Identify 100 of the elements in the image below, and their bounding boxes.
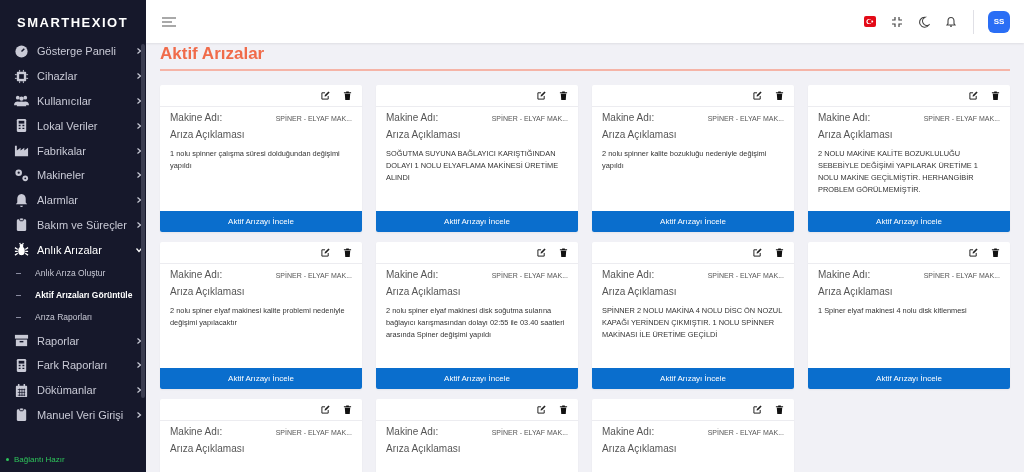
edit-icon[interactable] bbox=[321, 248, 330, 257]
chevron-icon bbox=[134, 72, 143, 81]
user-avatar[interactable]: SS bbox=[988, 10, 1010, 33]
sidebar-item[interactable]: Manuel Veri Girişi bbox=[0, 402, 155, 428]
machine-label: Makine Adı: bbox=[818, 112, 871, 123]
sidebar-item[interactable]: Lokal Veriler bbox=[0, 113, 155, 139]
inspect-button[interactable]: Aktif Arızayı İncele bbox=[808, 368, 1010, 389]
menu-item-icon bbox=[14, 333, 29, 349]
menu-item-icon bbox=[14, 407, 29, 423]
brand-logo: SMARTHEXIOT bbox=[16, 14, 129, 29]
sidebar-item[interactable]: Anlık Arızalar bbox=[0, 237, 155, 263]
description-label: Arıza Açıklaması bbox=[170, 443, 246, 454]
machine-label: Makine Adı: bbox=[602, 112, 655, 123]
description-label: Arıza Açıklaması bbox=[818, 129, 894, 140]
machine-label: Makine Adı: bbox=[602, 426, 655, 437]
edit-icon[interactable] bbox=[753, 91, 762, 100]
trash-icon[interactable] bbox=[775, 248, 784, 257]
edit-icon[interactable] bbox=[537, 405, 546, 414]
menu-item-icon bbox=[14, 382, 29, 398]
chevron-icon bbox=[134, 97, 143, 105]
sidebar-item[interactable]: Fabrikalar bbox=[0, 138, 155, 163]
menu-item-icon bbox=[14, 43, 29, 59]
edit-icon[interactable] bbox=[753, 248, 762, 257]
chevron-icon bbox=[134, 386, 143, 395]
inspect-button[interactable]: Aktif Arızayı İncele bbox=[160, 211, 362, 232]
connection-status: Bağlantı Hazır bbox=[14, 455, 65, 464]
inspect-button[interactable]: Aktif Arızayı İncele bbox=[160, 368, 362, 389]
sidebar-item[interactable]: Bakım ve Süreçler bbox=[0, 212, 155, 238]
status-dot bbox=[6, 458, 9, 461]
menu-item-icon bbox=[14, 242, 29, 258]
submenu-item[interactable]: Aktif Arızaları Görüntüle bbox=[0, 284, 155, 307]
chevron-icon bbox=[134, 171, 143, 180]
sidebar-item[interactable]: Alarmlar bbox=[0, 187, 155, 213]
menu-item-icon bbox=[14, 217, 29, 233]
edit-icon[interactable] bbox=[753, 405, 762, 414]
trash-icon[interactable] bbox=[775, 91, 784, 100]
sidebar-item[interactable]: Fark Raporları bbox=[0, 352, 155, 378]
sidebar-item[interactable]: Gösterge Paneli bbox=[0, 39, 155, 64]
trash-icon[interactable] bbox=[343, 405, 352, 414]
trash-icon[interactable] bbox=[559, 91, 568, 100]
edit-icon[interactable] bbox=[321, 91, 330, 100]
scrollbar[interactable] bbox=[141, 44, 145, 398]
machine-label: Makine Adı: bbox=[170, 112, 223, 123]
chevron-icon bbox=[134, 361, 143, 370]
machine-label: Makine Adı: bbox=[386, 269, 439, 280]
description-label: Arıza Açıklaması bbox=[386, 286, 462, 297]
description-label: Arıza Açıklaması bbox=[602, 286, 678, 297]
submenu-item[interactable]: Arıza Raporları bbox=[0, 306, 155, 329]
trash-icon[interactable] bbox=[343, 91, 352, 100]
trash-icon[interactable] bbox=[775, 405, 784, 414]
inspect-button[interactable]: Aktif Arızayı İncele bbox=[592, 368, 794, 389]
edit-icon[interactable] bbox=[537, 248, 546, 257]
inspect-button[interactable]: Aktif Arızayı İncele bbox=[592, 211, 794, 232]
machine-label: Makine Adı: bbox=[386, 112, 439, 123]
inspect-button[interactable]: Aktif Arızayı İncele bbox=[376, 368, 578, 389]
sidebar-item[interactable]: Makineler bbox=[0, 163, 155, 188]
edit-icon[interactable] bbox=[321, 405, 330, 414]
trash-icon[interactable] bbox=[991, 248, 1000, 257]
description-label: Arıza Açıklaması bbox=[602, 129, 678, 140]
chevron-icon bbox=[134, 47, 143, 56]
chevron-icon bbox=[134, 196, 143, 205]
submenu-item[interactable]: Anlık Arıza Oluştur bbox=[0, 262, 155, 285]
sidebar-item[interactable]: Raporlar bbox=[0, 328, 155, 353]
chevron-icon bbox=[134, 121, 143, 130]
inspect-button[interactable]: Aktif Arızayı İncele bbox=[376, 211, 578, 232]
trash-icon[interactable] bbox=[991, 91, 1000, 100]
menu-item-icon bbox=[14, 93, 29, 109]
edit-icon[interactable] bbox=[537, 91, 546, 100]
machine-label: Makine Adı: bbox=[386, 426, 439, 437]
edit-icon[interactable] bbox=[969, 91, 978, 100]
inspect-button[interactable]: Aktif Arızayı İncele bbox=[808, 211, 1010, 232]
trash-icon[interactable] bbox=[343, 248, 352, 257]
menu-item-icon bbox=[14, 143, 29, 159]
description-label: Arıza Açıklaması bbox=[818, 286, 894, 297]
sidebar-item[interactable]: Dökümanlar bbox=[0, 377, 155, 403]
trash-icon[interactable] bbox=[559, 405, 568, 414]
page-title: Aktif Arızalar bbox=[160, 43, 265, 64]
chevron-icon bbox=[134, 146, 143, 155]
trash-icon[interactable] bbox=[559, 248, 568, 257]
chevron-icon bbox=[134, 245, 143, 254]
sidebar-item[interactable]: Cihazlar bbox=[0, 63, 155, 89]
description-label: Arıza Açıklaması bbox=[170, 286, 246, 297]
description-label: Arıza Açıklaması bbox=[170, 129, 246, 140]
description-label: Arıza Açıklaması bbox=[386, 129, 462, 140]
menu-item-icon bbox=[14, 357, 29, 373]
sidebar-item[interactable]: Kullanıcılar bbox=[0, 88, 155, 114]
fullscreen-icon[interactable] bbox=[891, 15, 903, 28]
bell-icon[interactable] bbox=[945, 15, 957, 28]
edit-icon[interactable] bbox=[969, 248, 978, 257]
machine-label: Makine Adı: bbox=[170, 426, 223, 437]
menu-item-icon bbox=[14, 68, 29, 84]
menu-item-icon bbox=[14, 118, 29, 134]
chevron-icon bbox=[134, 220, 143, 229]
description-label: Arıza Açıklaması bbox=[386, 443, 462, 454]
menu-item-icon bbox=[14, 167, 29, 183]
moon-icon[interactable] bbox=[918, 15, 930, 28]
flag-icon[interactable] bbox=[864, 16, 876, 27]
chevron-icon bbox=[134, 410, 143, 419]
menu-item-icon bbox=[14, 192, 29, 208]
machine-label: Makine Adı: bbox=[170, 269, 223, 280]
